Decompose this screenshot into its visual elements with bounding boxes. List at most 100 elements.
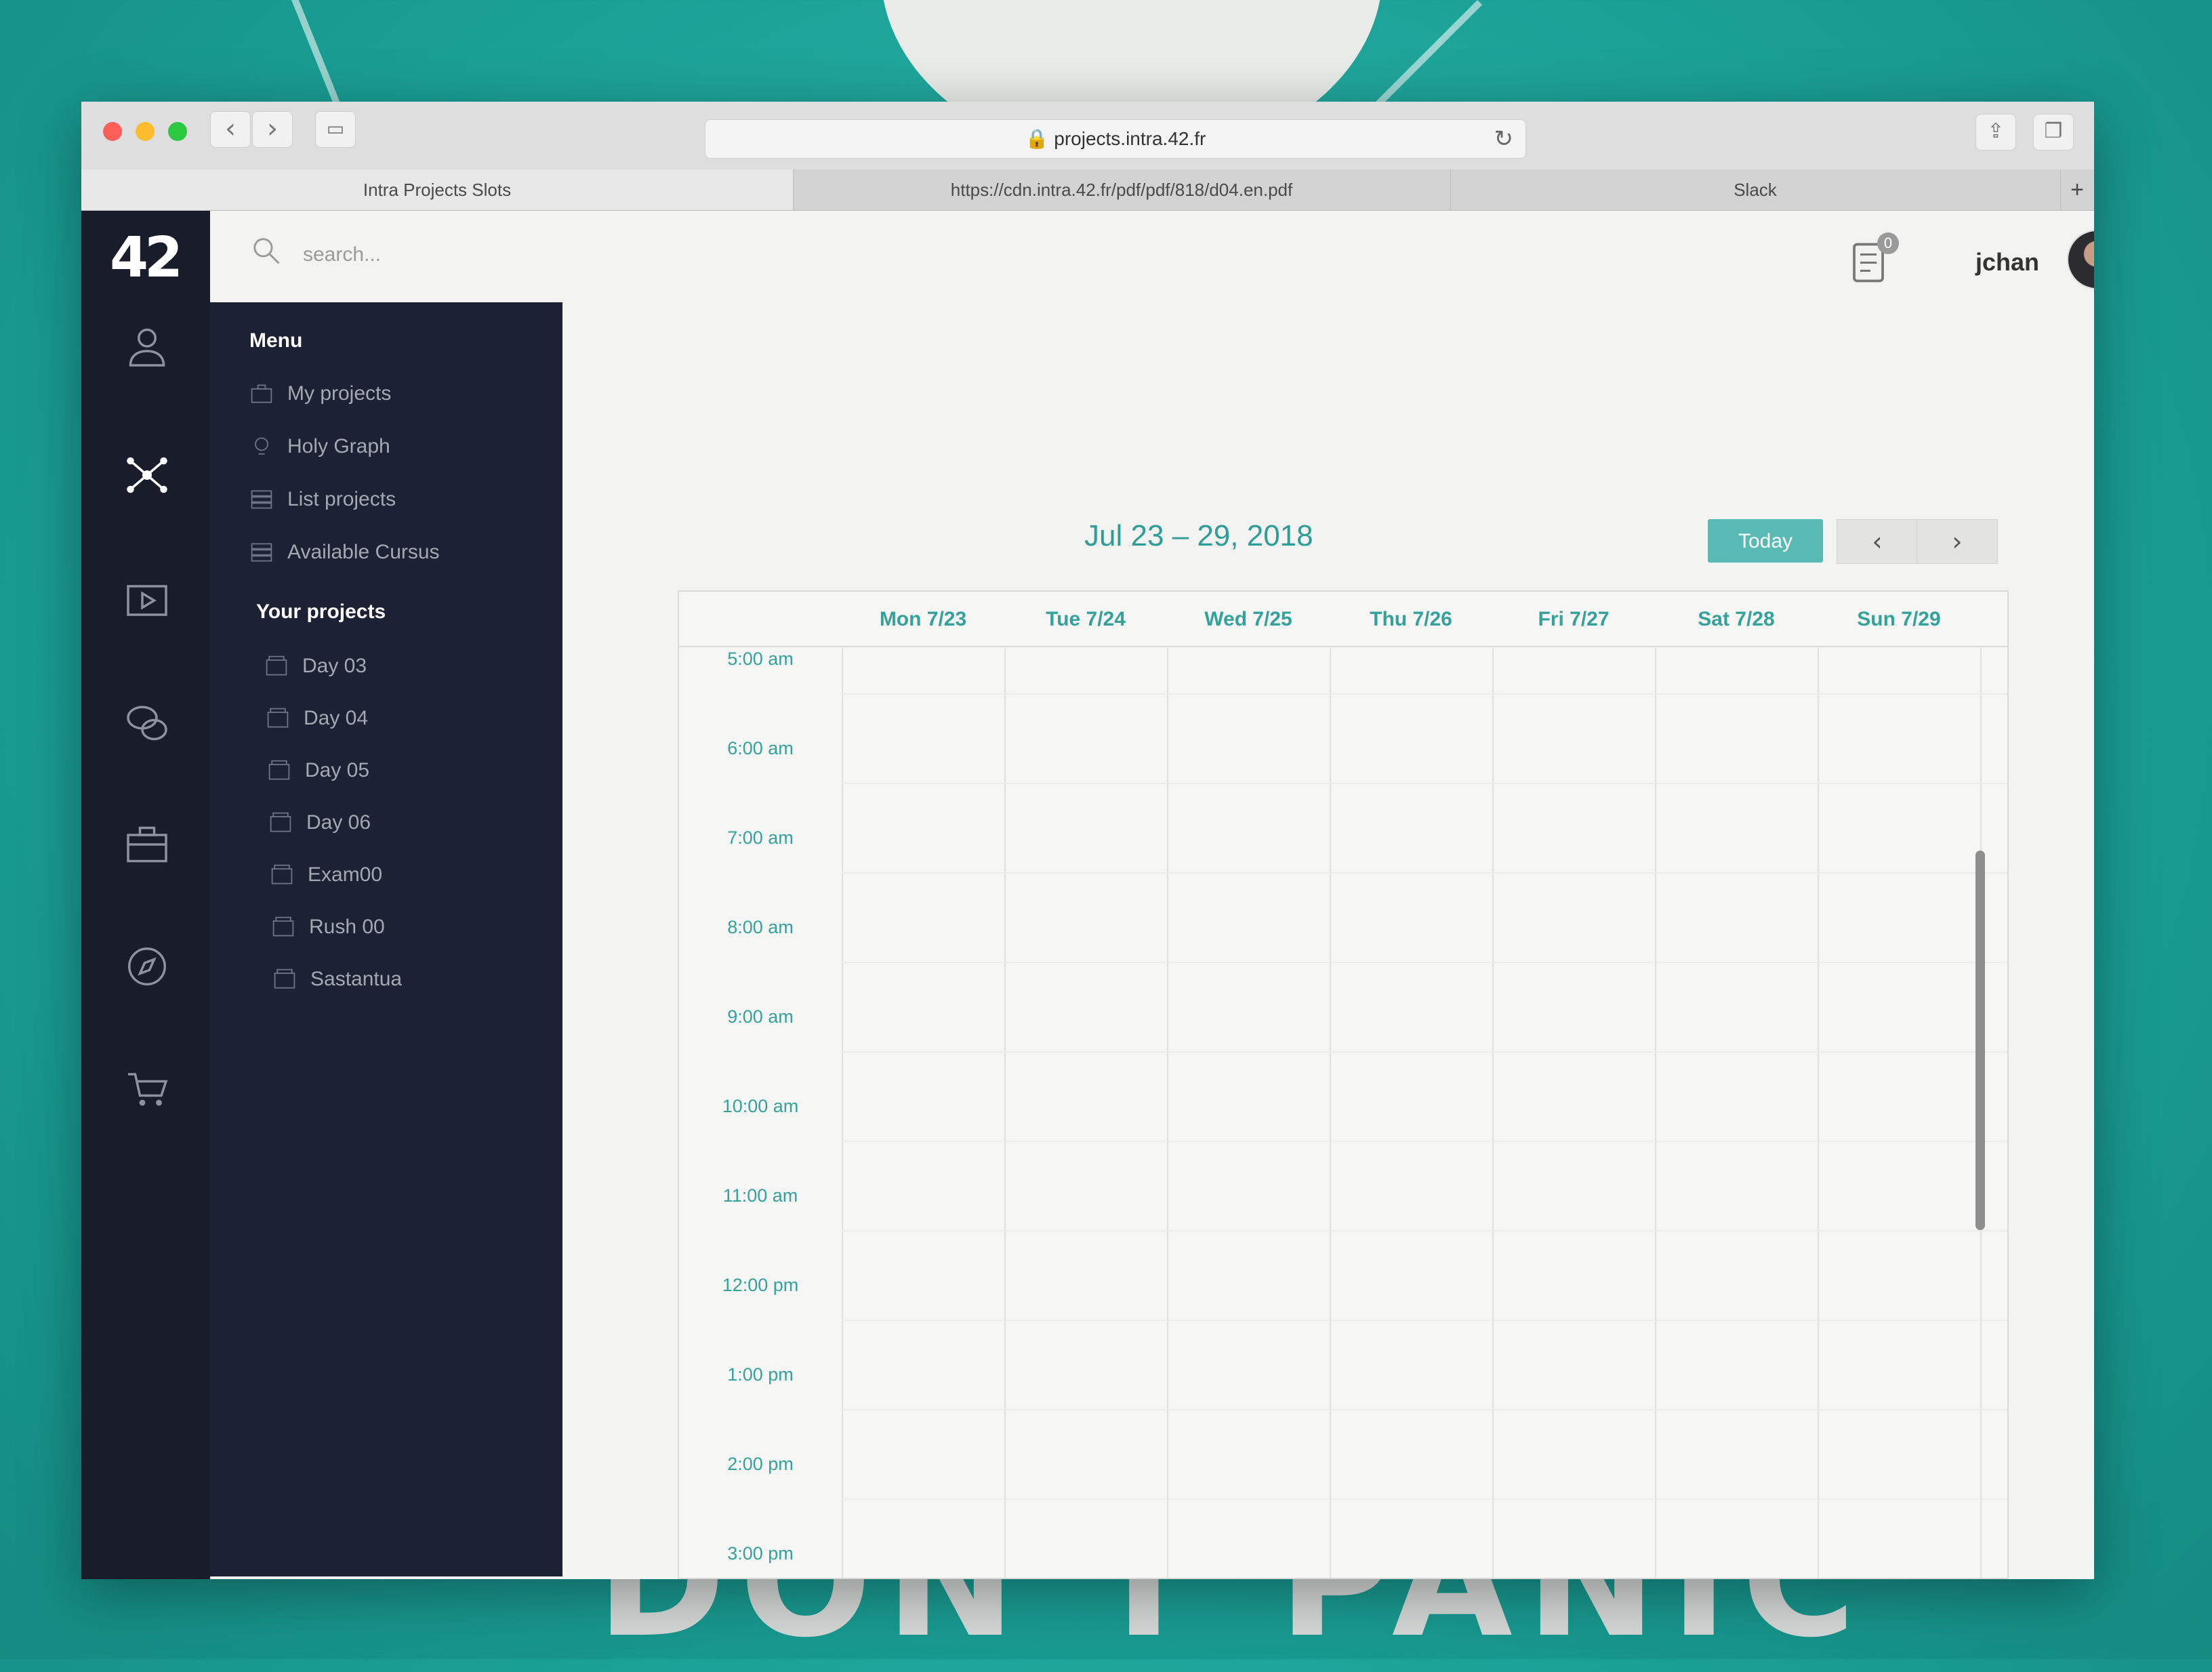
time-label: 8:00 am xyxy=(727,917,794,937)
column-divider xyxy=(1818,646,1819,1578)
icon-rail: 42 xyxy=(81,211,210,1579)
tab-intra-projects-slots[interactable]: Intra Projects Slots xyxy=(81,169,794,210)
time-label: 1:00 pm xyxy=(727,1364,794,1385)
project-item[interactable]: Exam00 xyxy=(270,858,382,892)
tabs-icon: ❐ xyxy=(2044,119,2063,143)
time-label: 7:00 am xyxy=(727,828,794,848)
menu-item-label: List projects xyxy=(287,488,396,510)
menu-item-label: Holy Graph xyxy=(287,435,390,457)
hour-line xyxy=(842,1320,2007,1321)
top-bar: 0 jchan xyxy=(210,211,2094,302)
time-label: 12:00 pm xyxy=(722,1275,799,1295)
project-item[interactable]: Day 05 xyxy=(267,754,369,788)
next-week-button[interactable]: › xyxy=(1917,519,1998,564)
side-menu: Menu My projects Holy Graph List project… xyxy=(210,302,562,1576)
chevron-left-icon: ‹ xyxy=(1872,527,1883,556)
sidebar-toggle-button[interactable]: ▭ xyxy=(315,111,356,148)
day-header: Fri 7/27 xyxy=(1538,608,1610,630)
calendar-range-title: Jul 23 – 29, 2018 xyxy=(1084,519,1313,552)
project-item[interactable]: Day 04 xyxy=(266,701,368,735)
menu-item-holy-graph[interactable]: Holy Graph xyxy=(249,430,390,464)
column-divider xyxy=(1655,646,1656,1578)
hour-line xyxy=(842,1409,2007,1410)
day-header: Wed 7/25 xyxy=(1204,608,1292,630)
minimize-window-button[interactable] xyxy=(136,122,155,141)
close-window-button[interactable] xyxy=(103,122,122,141)
column-divider xyxy=(1492,646,1494,1578)
box-icon xyxy=(270,812,291,832)
address-text: projects.intra.42.fr xyxy=(1054,128,1206,149)
menu-item-label: Available Cursus xyxy=(287,541,440,563)
menu-item-list-projects[interactable]: List projects xyxy=(249,483,396,516)
username[interactable]: jchan xyxy=(1975,248,2039,277)
column-divider xyxy=(1004,646,1006,1578)
profile-icon[interactable] xyxy=(123,323,171,370)
list-icon xyxy=(251,490,272,509)
project-label: Exam00 xyxy=(308,863,383,886)
avatar[interactable] xyxy=(2067,230,2094,289)
zoom-window-button[interactable] xyxy=(168,122,187,141)
time-label: 2:00 pm xyxy=(727,1454,794,1474)
address-bar[interactable]: 🔒 projects.intra.42.fr ↻ xyxy=(705,119,1526,159)
compass-icon[interactable] xyxy=(123,943,171,990)
forward-button[interactable]: › xyxy=(252,111,293,148)
project-label: Day 05 xyxy=(305,759,370,781)
plus-icon: + xyxy=(2070,177,2084,203)
search-icon xyxy=(253,238,280,264)
lock-icon: 🔒 xyxy=(1025,128,1049,149)
menu-item-available-cursus[interactable]: Available Cursus xyxy=(249,535,440,569)
hour-line xyxy=(842,962,2007,963)
your-projects-title: Your projects xyxy=(256,600,386,623)
notification-badge: 0 xyxy=(1877,232,1899,254)
hour-line xyxy=(842,1051,2007,1053)
today-button[interactable]: Today xyxy=(1708,519,1823,563)
tab-overview-button[interactable]: ❐ xyxy=(2033,114,2074,150)
box-icon xyxy=(274,968,295,989)
new-tab-button[interactable]: + xyxy=(2060,169,2094,210)
project-item[interactable]: Day 06 xyxy=(268,806,371,840)
chevron-right-icon: › xyxy=(267,113,278,144)
time-label: 3:00 pm xyxy=(727,1543,794,1564)
project-item[interactable]: Rush 00 xyxy=(271,910,385,944)
cart-icon[interactable] xyxy=(123,1065,171,1112)
browser-window: ‹ › ▭ 🔒 projects.intra.42.fr ↻ ⇪ ❐ Intra… xyxy=(81,102,2094,1579)
prev-week-button[interactable]: ‹ xyxy=(1837,519,1918,564)
menu-title: Menu xyxy=(249,329,303,352)
day-header: Sat 7/28 xyxy=(1698,608,1775,630)
box-icon xyxy=(271,864,293,884)
box-icon xyxy=(272,916,294,937)
chat-icon[interactable] xyxy=(123,699,171,746)
project-label: Day 06 xyxy=(306,811,371,834)
hour-line xyxy=(842,872,2007,874)
time-label: 9:00 am xyxy=(727,1006,794,1027)
day-header: Sun 7/29 xyxy=(1857,608,1941,630)
browser-tabs: Intra Projects Slots https://cdn.intra.4… xyxy=(81,169,2094,211)
logo[interactable]: 42 xyxy=(110,226,183,290)
calendar-scrollbar[interactable] xyxy=(1975,851,1985,1230)
project-label: Sastantua xyxy=(310,968,403,990)
share-button[interactable]: ⇪ xyxy=(1975,114,2016,150)
tab-slack[interactable]: Slack xyxy=(1450,169,2061,210)
menu-item-my-projects[interactable]: My projects xyxy=(249,377,391,411)
page-content: 42 0 jchan Menu My projects Holy Graph L… xyxy=(81,211,2094,1579)
day-header: Tue 7/24 xyxy=(1046,608,1126,630)
briefcase-icon[interactable] xyxy=(123,821,171,868)
hour-line xyxy=(842,693,2007,695)
video-icon[interactable] xyxy=(123,577,171,624)
day-header-row: Mon 7/23 Tue 7/24 Wed 7/25 Thu 7/26 Fri … xyxy=(679,592,2007,647)
box-icon xyxy=(266,655,287,676)
time-label: 6:00 am xyxy=(727,738,794,758)
project-item[interactable]: Sastantua xyxy=(272,962,402,996)
search-input[interactable] xyxy=(302,239,711,270)
project-item[interactable]: Day 03 xyxy=(264,649,367,683)
time-label: 11:00 am xyxy=(722,1185,798,1206)
week-calendar-grid: Mon 7/23 Tue 7/24 Wed 7/25 Thu 7/26 Fri … xyxy=(678,590,2009,1579)
reload-icon[interactable]: ↻ xyxy=(1494,120,1514,158)
graph-icon[interactable] xyxy=(123,451,171,499)
tab-pdf[interactable]: https://cdn.intra.42.fr/pdf/pdf/818/d04.… xyxy=(793,169,1451,210)
sidebar-icon: ▭ xyxy=(326,117,345,140)
back-button[interactable]: ‹ xyxy=(210,111,251,148)
menu-item-label: My projects xyxy=(287,382,392,405)
share-icon: ⇪ xyxy=(1987,119,2005,143)
hour-line xyxy=(842,783,2007,784)
